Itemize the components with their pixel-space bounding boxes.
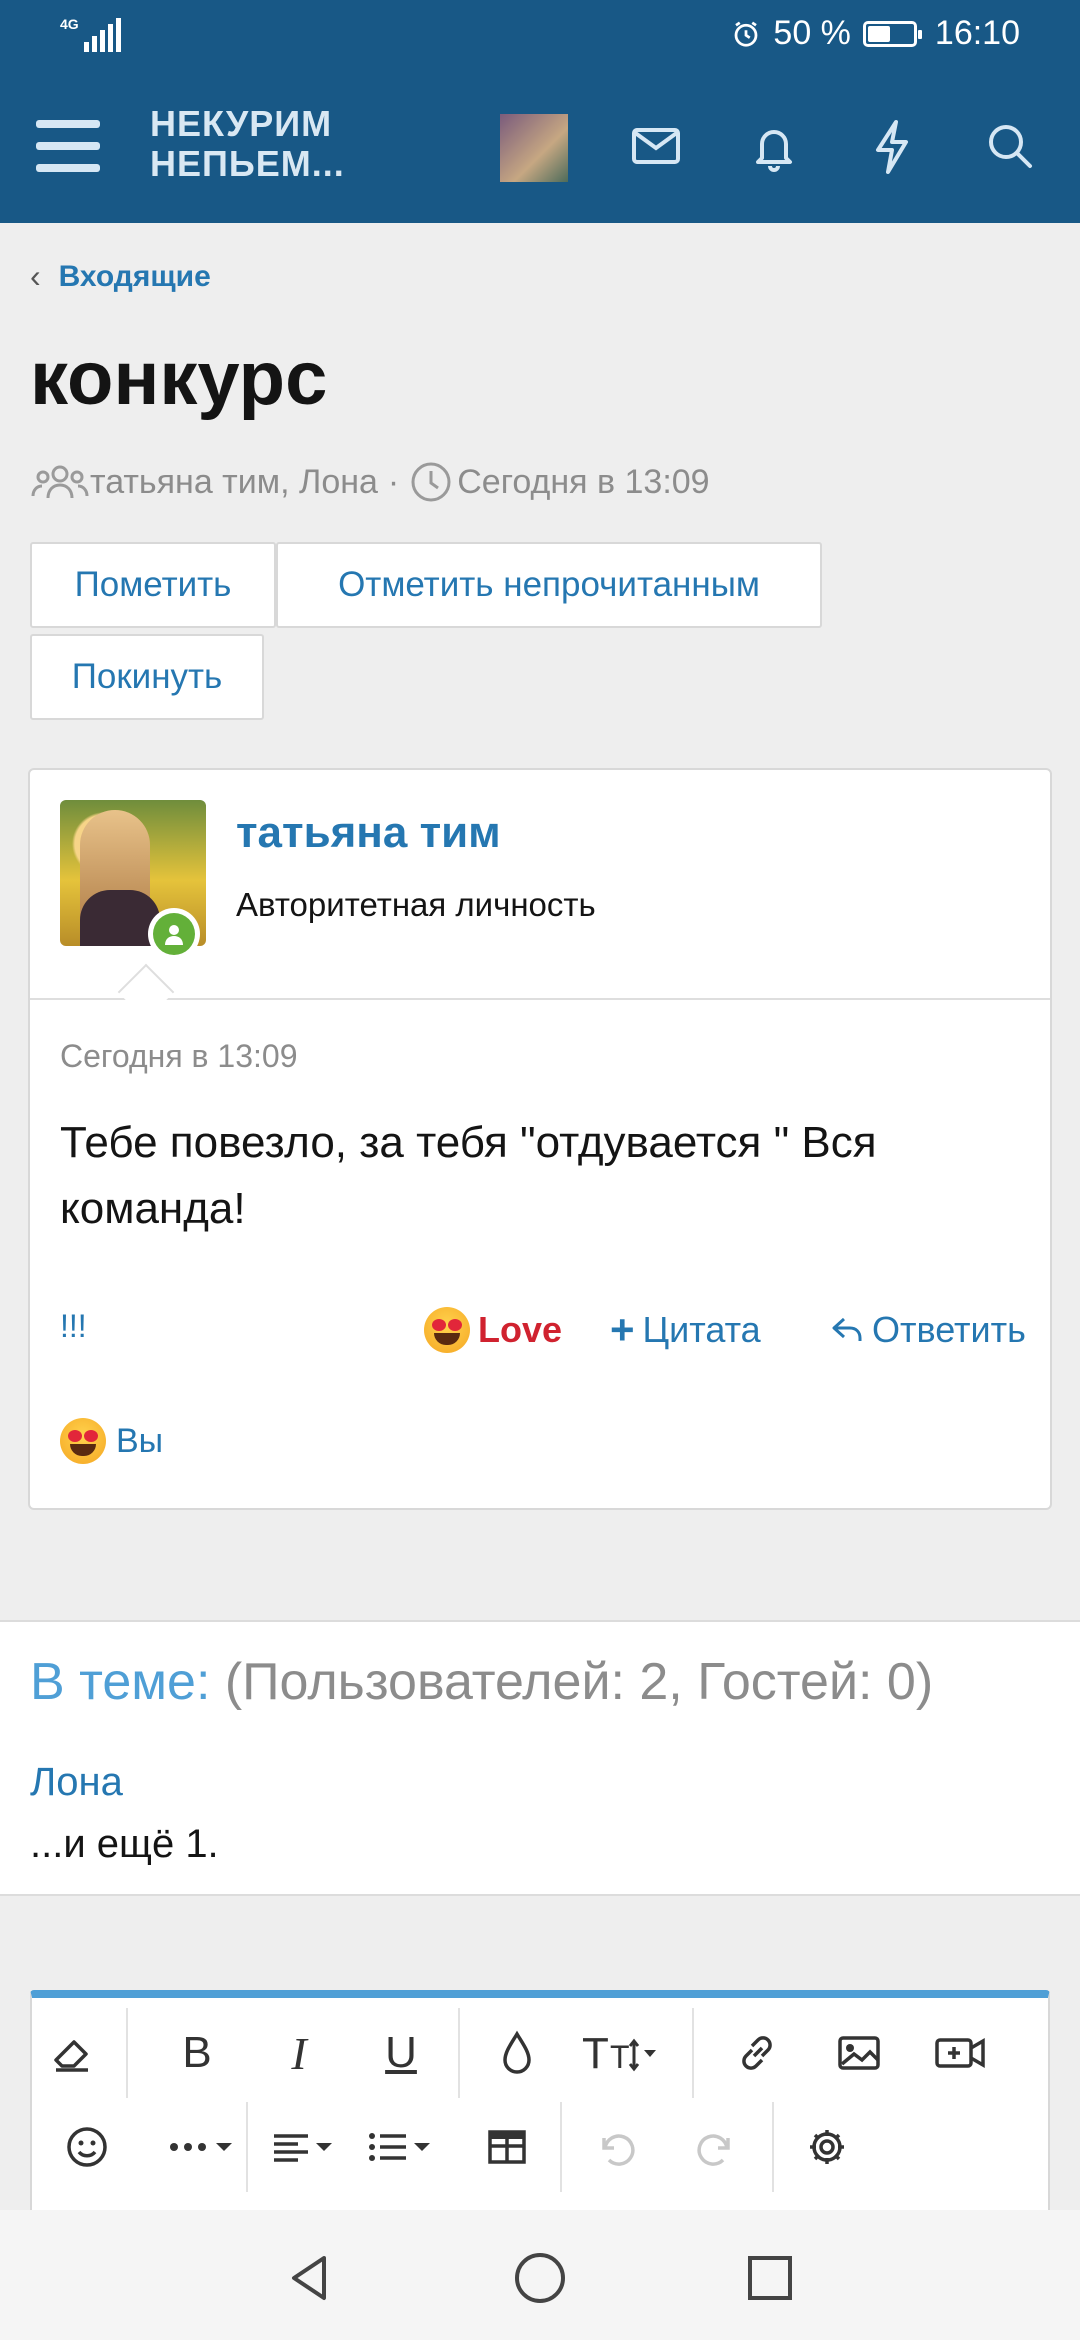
redo-icon[interactable]: [682, 2112, 752, 2182]
logo-line-1: НЕКУРИМ: [150, 103, 333, 144]
toolbar-separator: [246, 2102, 248, 2192]
online-status-icon: [148, 908, 200, 960]
underline-icon[interactable]: U: [366, 2018, 436, 2088]
envelope-icon[interactable]: [626, 116, 686, 176]
undo-icon[interactable]: [580, 2112, 650, 2182]
list-icon[interactable]: [362, 2112, 452, 2182]
status-bar: 4G 50 % 16:10: [0, 0, 1080, 72]
home-circle-icon[interactable]: [510, 2248, 570, 2308]
report-link[interactable]: !!!: [60, 1308, 87, 1345]
heart-eyes-emoji-icon: [60, 1418, 106, 1464]
svg-text:T: T: [582, 2029, 609, 2078]
app-header: 4G 50 % 16:10 НЕКУРИМ НЕПЬЕМ...: [0, 0, 1080, 223]
bold-icon[interactable]: B: [162, 2018, 232, 2088]
conversation-meta: татьяна тим, Лона · Сегодня в 13:09: [30, 460, 710, 504]
participants[interactable]: татьяна тим, Лона: [90, 463, 378, 502]
color-drop-icon[interactable]: [482, 2018, 552, 2088]
gear-icon[interactable]: [792, 2112, 862, 2182]
site-logo[interactable]: НЕКУРИМ НЕПЬЕМ...: [150, 104, 345, 184]
online-label: В теме:: [30, 1653, 211, 1711]
signal-icon: [84, 18, 121, 52]
back-triangle-icon[interactable]: [280, 2248, 340, 2308]
toolbar-separator: [772, 2102, 774, 2192]
bell-icon[interactable]: [744, 116, 804, 176]
battery-icon: [862, 20, 922, 47]
text-size-icon[interactable]: TT: [580, 2018, 670, 2088]
network-indicator: 4G: [60, 16, 79, 32]
align-icon[interactable]: [264, 2112, 354, 2182]
battery-percent: 50 %: [773, 14, 851, 52]
emoji-icon[interactable]: [52, 2112, 122, 2182]
online-more: ...и ещё 1.: [30, 1822, 219, 1866]
toolbar-separator: [126, 2008, 128, 2098]
reply-editor: B I U TT: [30, 1990, 1050, 2220]
hamburger-icon[interactable]: [36, 120, 100, 172]
love-label: Love: [478, 1309, 563, 1350]
plus-icon: +: [610, 1306, 635, 1353]
alarm-icon: [735, 21, 758, 47]
search-icon[interactable]: [980, 116, 1040, 176]
message-body: Тебе повезло, за тебя "отдувается " Вся …: [60, 1118, 877, 1233]
meta-separator: ·: [387, 462, 400, 501]
conversation-date: Сегодня в 13:09: [457, 462, 710, 501]
leave-button[interactable]: Покинуть: [30, 634, 264, 720]
system-navigation-bar: [0, 2210, 1080, 2340]
online-counts: (Пользователей: 2, Гостей: 0): [224, 1653, 934, 1711]
reply-label: Ответить: [872, 1309, 1026, 1350]
quote-label: Цитата: [642, 1309, 761, 1350]
lightning-icon[interactable]: [862, 116, 922, 176]
toolbar-separator: [560, 2102, 562, 2192]
image-icon[interactable]: [824, 2018, 894, 2088]
message-card: татьяна тим Авторитетная личность Сегодн…: [28, 768, 1052, 1510]
toolbar-separator: [692, 2008, 694, 2098]
quote-button[interactable]: + Цитата: [610, 1300, 761, 1360]
message-date[interactable]: Сегодня в 13:09: [60, 1038, 298, 1075]
heart-eyes-emoji-icon: [424, 1307, 470, 1353]
reaction-users: Вы: [116, 1421, 164, 1460]
breadcrumb[interactable]: ‹ Входящие: [30, 258, 211, 295]
online-users-section: В теме: (Пользователей: 2, Гостей: 0) Ло…: [0, 1620, 1080, 1896]
page-title: конкурс: [30, 336, 328, 421]
author-role: Авторитетная личность: [236, 886, 596, 923]
reply-icon: [832, 1317, 862, 1341]
reply-button[interactable]: Ответить: [830, 1300, 1026, 1360]
clock: 16:10: [934, 14, 1020, 52]
users-icon: [31, 465, 89, 499]
svg-text:T: T: [610, 2039, 630, 2075]
mark-button[interactable]: Пометить: [30, 542, 276, 628]
italic-icon[interactable]: I: [264, 2018, 334, 2088]
link-icon[interactable]: [722, 2018, 792, 2088]
video-icon[interactable]: [926, 2018, 996, 2088]
online-user-link[interactable]: Лона: [30, 1760, 123, 1805]
logo-line-2: НЕПЬЕМ...: [150, 143, 345, 184]
message-author-header: татьяна тим Авторитетная личность: [30, 770, 1050, 1000]
reactions-summary[interactable]: Вы: [60, 1418, 163, 1464]
online-title: В теме: (Пользователей: 2, Гостей: 0): [30, 1652, 933, 1712]
eraser-icon[interactable]: [38, 2018, 108, 2088]
love-reaction-button[interactable]: Love: [424, 1300, 562, 1360]
mark-unread-button[interactable]: Отметить непрочитанным: [276, 542, 822, 628]
recents-square-icon[interactable]: [740, 2248, 800, 2308]
breadcrumb-inbox[interactable]: Входящие: [59, 260, 211, 294]
toolbar-separator: [458, 2008, 460, 2098]
author-name[interactable]: татьяна тим: [236, 808, 501, 858]
message-actions: !!! Love + Цитата Ответить: [60, 1300, 1030, 1360]
chevron-left-icon: ‹: [30, 258, 41, 294]
account-avatar[interactable]: [500, 114, 568, 182]
clock-icon: [411, 462, 451, 502]
table-icon[interactable]: [472, 2112, 542, 2182]
